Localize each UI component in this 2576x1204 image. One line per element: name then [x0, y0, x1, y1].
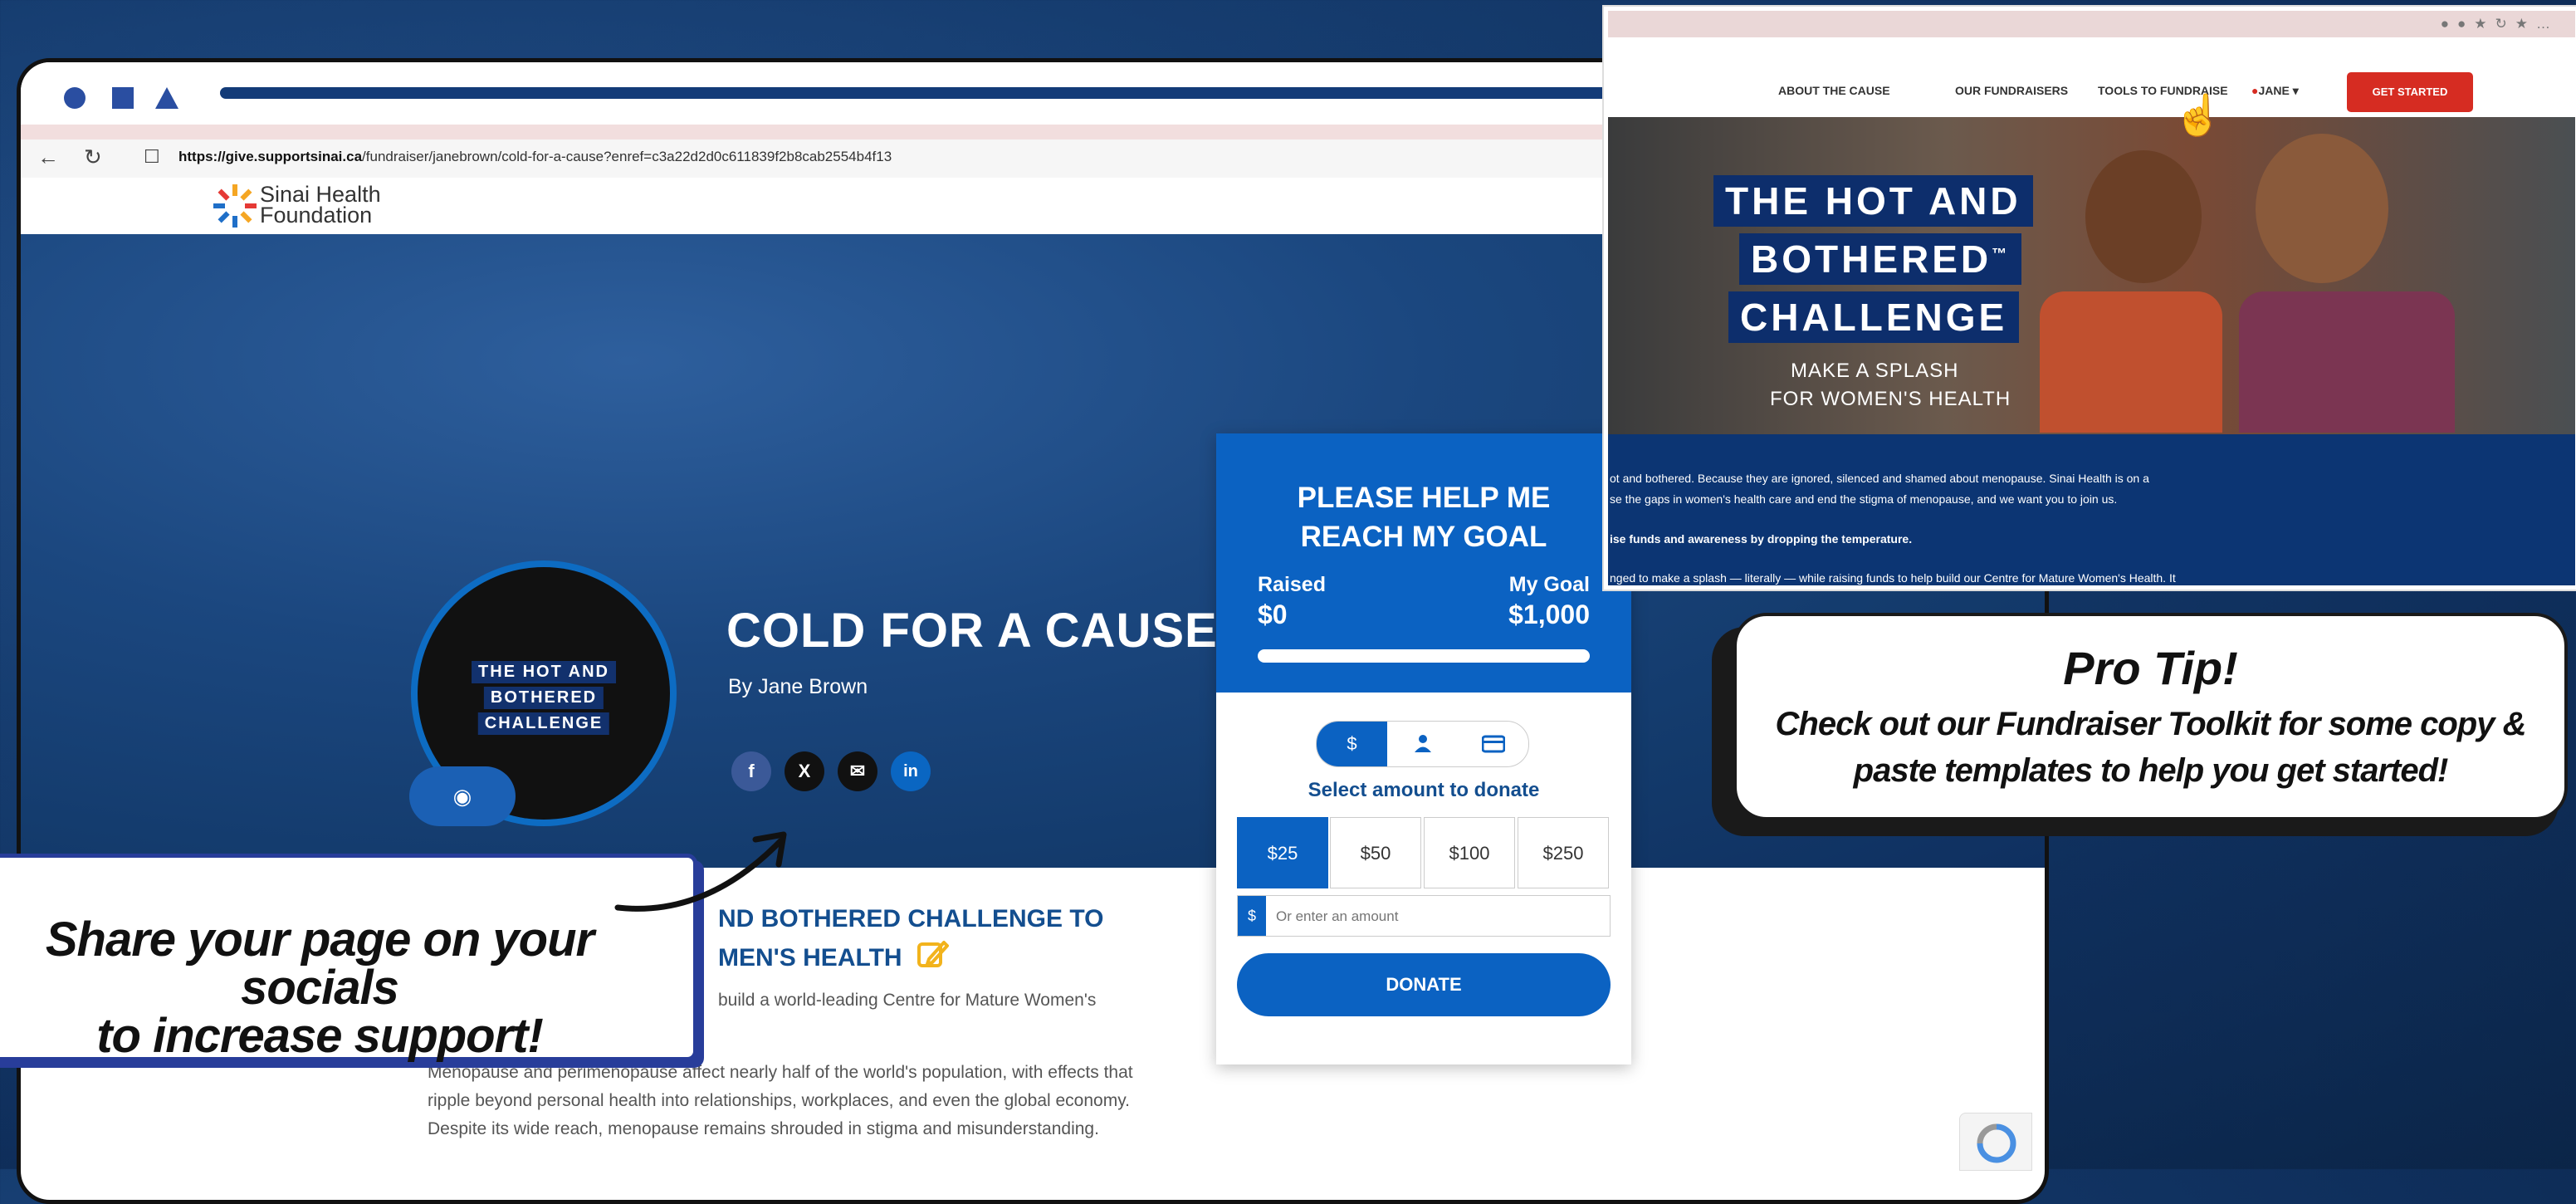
inset-hero-title-1: THE HOT AND: [1713, 175, 2033, 227]
hero-swimsuit-1: [2040, 291, 2222, 433]
story-body: Menopause and perimenopause affect nearl…: [428, 1063, 1133, 1138]
protip-title: Pro Tip!: [2063, 642, 2238, 694]
payment-type-toggle: $: [1316, 721, 1529, 767]
badge-text-line1: THE HOT AND: [472, 661, 616, 683]
circle-shape-icon: [64, 87, 86, 109]
hero-person-1: [2085, 150, 2202, 283]
fundraiser-title: COLD FOR A CAUSE: [726, 602, 1290, 658]
sinai-logo-icon[interactable]: [212, 181, 258, 231]
custom-amount-field: $: [1237, 895, 1611, 937]
amount-tab[interactable]: $: [1317, 722, 1387, 766]
raised-value: $0: [1258, 600, 1288, 629]
back-icon[interactable]: ←: [37, 144, 59, 170]
badge-text-line2: BOTHERED: [483, 687, 604, 709]
nav-user-menu[interactable]: ●JANE ▾: [2251, 84, 2299, 98]
nav-about-the-cause[interactable]: ABOUT THE CAUSE: [1778, 84, 1890, 97]
fundraiser-byline: By Jane Brown: [728, 675, 868, 698]
camera-icon: ◉: [452, 784, 472, 809]
edit-story-icon[interactable]: [916, 937, 949, 971]
inset-paragraph-4: nged to make a splash — literally — whil…: [1610, 571, 2176, 585]
inset-hero-image: THE HOT AND BOTHERED™ CHALLENGE MAKE A S…: [1608, 117, 2575, 434]
badge-text-line3: CHALLENGE: [477, 712, 610, 735]
recaptcha-icon: [1977, 1123, 2016, 1163]
inset-hero-title-2: BOTHERED™: [1739, 233, 2022, 285]
square-shape-icon: [112, 87, 134, 109]
email-share-icon[interactable]: ✉: [838, 751, 877, 791]
inset-paragraph-1: ot and bothered. Because they are ignore…: [1610, 472, 2149, 485]
facebook-share-icon[interactable]: f: [731, 751, 771, 791]
donation-heading: PLEASE HELP ME REACH MY GOAL: [1297, 482, 1551, 553]
url-text[interactable]: https://give.supportsinai.ca/fundraiser/…: [178, 149, 892, 165]
goal-label: My Goal: [1508, 573, 1590, 596]
toolkit-screenshot: ●●★↻★… ABOUT THE CAUSE OUR FUNDRAISERS T…: [1604, 7, 2576, 590]
donation-card: PLEASE HELP ME REACH MY GOAL Raised $0 M…: [1216, 433, 1631, 1065]
reload-icon[interactable]: ↻: [84, 144, 102, 170]
amount-option-100[interactable]: $100: [1424, 817, 1515, 888]
custom-amount-input[interactable]: [1274, 903, 1601, 931]
inset-hero-title-3: CHALLENGE: [1728, 291, 2020, 343]
curved-arrow-icon: [614, 831, 787, 912]
inset-body: ot and bothered. Because they are ignore…: [1608, 434, 2575, 585]
protip-body: Check out our Fundraiser Toolkit for som…: [1775, 706, 2527, 789]
site-logo-text[interactable]: Sinai Health Foundation: [260, 184, 381, 227]
inset-hero-sub-2: FOR WOMEN'S HEALTH: [1770, 388, 2011, 410]
goal-progress-bar: [1258, 649, 1590, 663]
triangle-shape-icon: [155, 87, 178, 109]
story-intro: build a world-leading Centre for Mature …: [718, 991, 1097, 1010]
goal-value: $1,000: [1508, 600, 1590, 629]
hero-person-2: [2256, 134, 2388, 283]
donate-button[interactable]: DONATE: [1237, 953, 1611, 1016]
inset-tab-strip: ●●★↻★…: [1608, 11, 2575, 37]
lock-icon: ☐: [144, 146, 160, 167]
amount-option-250[interactable]: $250: [1518, 817, 1609, 888]
currency-prefix: $: [1238, 896, 1266, 936]
card-tab-icon[interactable]: [1458, 722, 1528, 766]
inset-hero-sub-1: MAKE A SPLASH: [1791, 360, 1959, 382]
linkedin-share-icon[interactable]: in: [891, 751, 931, 791]
amount-option-50[interactable]: $50: [1330, 817, 1421, 888]
x-share-icon[interactable]: X: [785, 751, 824, 791]
person-tab-icon[interactable]: [1387, 722, 1458, 766]
get-started-button[interactable]: GET STARTED: [2347, 72, 2473, 112]
recaptcha-badge[interactable]: [1959, 1113, 2032, 1171]
nav-our-fundraisers[interactable]: OUR FUNDRAISERS: [1955, 84, 2068, 97]
share-callout-text: Share your page on your socials to incre…: [45, 913, 594, 1063]
inset-paragraph-3: ise funds and awareness by dropping the …: [1610, 532, 1913, 546]
hero-swimsuit-2: [2239, 291, 2455, 433]
amount-option-25[interactable]: $25: [1237, 817, 1328, 888]
inset-paragraph-2: se the gaps in women's health care and e…: [1610, 492, 2118, 506]
raised-label: Raised: [1258, 573, 1326, 596]
select-amount-label: Select amount to donate: [1308, 779, 1540, 801]
decorative-bar: [220, 87, 1631, 99]
inset-browser-tools-icon: ●●★↻★…: [2440, 16, 2559, 32]
donation-header: PLEASE HELP ME REACH MY GOAL Raised $0 M…: [1216, 433, 1631, 693]
share-callout: Share your page on your socials to incre…: [0, 854, 697, 1061]
change-photo-button[interactable]: ◉: [409, 766, 516, 826]
protip-callout: Pro Tip! Check out our Fundraiser Toolki…: [1733, 613, 2568, 820]
pointer-hand-icon: ☝: [2173, 94, 2223, 138]
